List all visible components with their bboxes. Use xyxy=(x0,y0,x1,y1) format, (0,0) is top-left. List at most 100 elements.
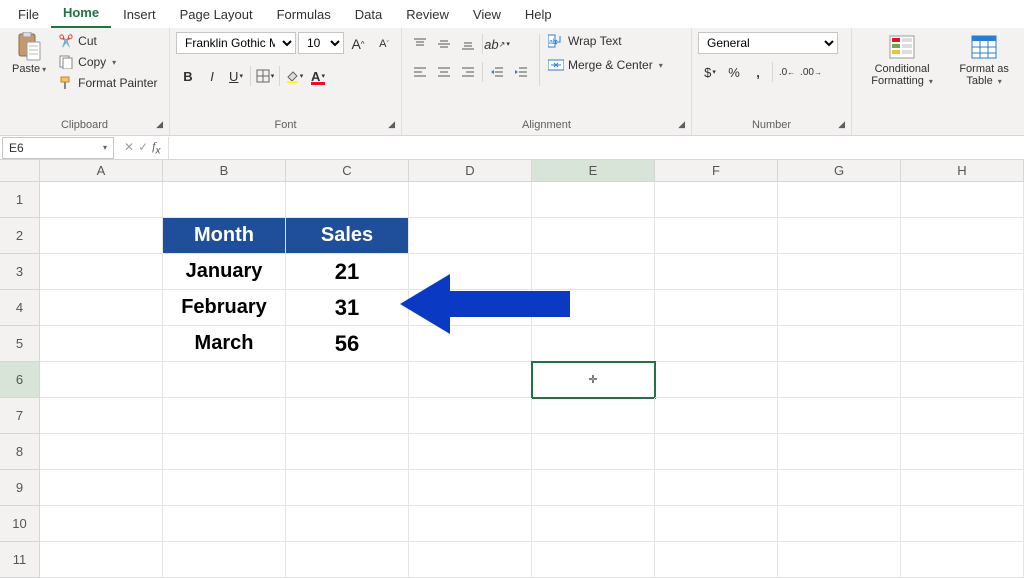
tab-insert[interactable]: Insert xyxy=(111,3,168,28)
font-color-button[interactable]: A▾ xyxy=(306,64,330,88)
menu-tabs: File Home Insert Page Layout Formulas Da… xyxy=(0,0,1024,28)
chevron-down-icon: ▾ xyxy=(659,61,663,70)
row-header[interactable]: 9 xyxy=(0,470,40,506)
dialog-launcher-icon[interactable]: ◢ xyxy=(838,119,845,130)
align-top-button[interactable] xyxy=(408,32,432,56)
cell-E6-selected[interactable]: ✛ xyxy=(532,362,655,398)
orientation-button[interactable]: ab↗▾ xyxy=(485,32,509,56)
tab-page-layout[interactable]: Page Layout xyxy=(168,3,265,28)
cut-button[interactable]: ✂️Cut xyxy=(56,32,159,50)
font-group-label: Font xyxy=(274,119,296,131)
tab-help[interactable]: Help xyxy=(513,3,564,28)
accounting-format-button[interactable]: $▾ xyxy=(698,60,722,84)
row-header[interactable]: 10 xyxy=(0,506,40,542)
name-box-value: E6 xyxy=(9,141,24,155)
increase-font-button[interactable]: A^ xyxy=(346,32,370,56)
row-header[interactable]: 2 xyxy=(0,218,40,254)
enter-formula-button[interactable]: ✓ xyxy=(138,140,148,154)
align-right-button[interactable] xyxy=(456,60,480,84)
col-header[interactable]: B xyxy=(163,160,286,182)
align-center-button[interactable] xyxy=(432,60,456,84)
comma-format-button[interactable]: , xyxy=(746,60,770,84)
cancel-formula-button[interactable]: ✕ xyxy=(124,140,134,154)
fx-icon[interactable]: fx xyxy=(152,139,160,156)
clipboard-group-label: Clipboard xyxy=(61,119,108,131)
tab-formulas[interactable]: Formulas xyxy=(265,3,343,28)
underline-button[interactable]: U▾ xyxy=(224,64,248,88)
borders-button[interactable]: ▾ xyxy=(253,64,277,88)
tab-file[interactable]: File xyxy=(6,3,51,28)
tab-data[interactable]: Data xyxy=(343,3,394,28)
decrease-decimal-button[interactable]: .00→ xyxy=(799,60,823,84)
increase-indent-button[interactable] xyxy=(509,60,533,84)
wrap-text-button[interactable]: abWrap Text xyxy=(546,32,665,50)
chevron-down-icon: ▾ xyxy=(42,65,46,74)
cell-C3[interactable]: 21 xyxy=(286,254,409,290)
formula-input[interactable] xyxy=(168,137,1024,159)
row-header[interactable]: 5 xyxy=(0,326,40,362)
tab-review[interactable]: Review xyxy=(394,3,461,28)
copy-button[interactable]: Copy▾ xyxy=(56,53,159,71)
cell-B4[interactable]: February xyxy=(163,290,286,326)
row-header[interactable]: 11 xyxy=(0,542,40,578)
merge-center-label: Merge & Center xyxy=(568,58,653,72)
dialog-launcher-icon[interactable]: ◢ xyxy=(388,119,395,130)
name-box[interactable]: E6 ▾ xyxy=(2,137,114,159)
col-header[interactable]: G xyxy=(778,160,901,182)
row-headers[interactable]: 1 2 3 4 5 6 7 8 9 10 11 xyxy=(0,182,40,578)
cell-C4[interactable]: 31 xyxy=(286,290,409,326)
col-header[interactable]: A xyxy=(40,160,163,182)
decrease-indent-button[interactable] xyxy=(485,60,509,84)
italic-button[interactable]: I xyxy=(200,64,224,88)
row-header[interactable]: 3 xyxy=(0,254,40,290)
cell-B3[interactable]: January xyxy=(163,254,286,290)
cell-B5[interactable]: March xyxy=(163,326,286,362)
column-headers[interactable]: A B C D E F G H xyxy=(40,160,1024,182)
bold-button[interactable]: B xyxy=(176,64,200,88)
align-left-button[interactable] xyxy=(408,60,432,84)
copy-icon xyxy=(58,54,74,70)
align-middle-button[interactable] xyxy=(432,32,456,56)
alignment-group-label: Alignment xyxy=(522,119,571,131)
row-header[interactable]: 8 xyxy=(0,434,40,470)
format-painter-button[interactable]: Format Painter xyxy=(56,74,159,92)
font-size-select[interactable]: 10 xyxy=(298,32,344,54)
conditional-formatting-icon xyxy=(889,34,915,60)
dialog-launcher-icon[interactable]: ◢ xyxy=(678,119,685,130)
row-header[interactable]: 4 xyxy=(0,290,40,326)
col-header[interactable]: C xyxy=(286,160,409,182)
cell-B2[interactable]: Month xyxy=(163,218,286,254)
col-header[interactable]: E xyxy=(532,160,655,182)
tab-home[interactable]: Home xyxy=(51,1,111,28)
chevron-down-icon[interactable]: ▾ xyxy=(103,143,107,152)
decrease-font-button[interactable]: Aˇ xyxy=(372,32,396,56)
row-header[interactable]: 6 xyxy=(0,362,40,398)
select-all-corner[interactable] xyxy=(0,160,40,182)
dialog-launcher-icon[interactable]: ◢ xyxy=(156,119,163,130)
number-format-select[interactable]: General xyxy=(698,32,838,54)
row-header[interactable]: 7 xyxy=(0,398,40,434)
chevron-down-icon: ▾ xyxy=(929,77,933,86)
row-header[interactable]: 1 xyxy=(0,182,40,218)
cell-C2[interactable]: Sales xyxy=(286,218,409,254)
fill-color-button[interactable]: ▾ xyxy=(282,64,306,88)
paste-button[interactable]: Paste▾ xyxy=(6,32,52,77)
merge-center-button[interactable]: Merge & Center ▾ xyxy=(546,56,665,74)
col-header[interactable]: H xyxy=(901,160,1024,182)
number-group-label: Number xyxy=(752,119,791,131)
col-header[interactable]: D xyxy=(409,160,532,182)
merge-icon xyxy=(548,57,564,73)
percent-format-button[interactable]: % xyxy=(722,60,746,84)
cut-label: Cut xyxy=(78,34,97,48)
tab-view[interactable]: View xyxy=(461,3,513,28)
format-as-table-button[interactable]: Format as Table ▾ xyxy=(950,32,1018,89)
increase-decimal-button[interactable]: .0← xyxy=(775,60,799,84)
align-bottom-button[interactable] xyxy=(456,32,480,56)
col-header[interactable]: F xyxy=(655,160,778,182)
conditional-formatting-button[interactable]: Conditional Formatting ▾ xyxy=(858,32,946,89)
cell-C5[interactable]: 56 xyxy=(286,326,409,362)
arrow-shape[interactable] xyxy=(400,274,570,337)
format-painter-label: Format Painter xyxy=(78,76,157,90)
wrap-text-label: Wrap Text xyxy=(568,34,622,48)
font-name-select[interactable]: Franklin Gothic M xyxy=(176,32,296,54)
